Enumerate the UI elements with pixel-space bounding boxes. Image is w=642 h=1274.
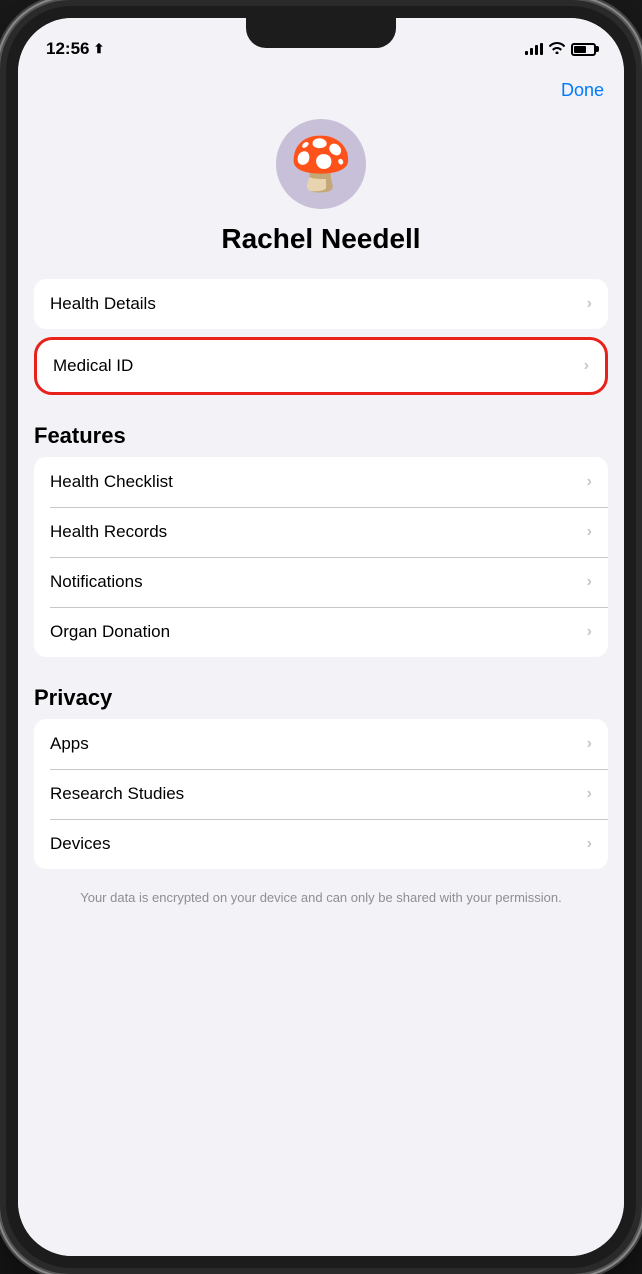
- footer-text: Your data is encrypted on your device an…: [18, 877, 624, 919]
- medical-id-wrapper: Medical ID ›: [26, 337, 616, 395]
- features-group: Health Checklist › Health Records › Noti…: [34, 457, 608, 657]
- profile-name: Rachel Needell: [221, 223, 420, 255]
- phone-frame: 12:56 ⬆: [0, 0, 642, 1274]
- health-details-group: Health Details ›: [34, 279, 608, 329]
- health-checklist-label: Health Checklist: [50, 472, 173, 492]
- signal-bar-4: [540, 43, 543, 55]
- privacy-header: Privacy: [18, 665, 624, 719]
- features-header: Features: [18, 403, 624, 457]
- research-studies-label: Research Studies: [50, 784, 184, 804]
- medical-id-row[interactable]: Medical ID ›: [37, 340, 605, 392]
- research-studies-row[interactable]: Research Studies ›: [34, 769, 608, 819]
- devices-label: Devices: [50, 834, 110, 854]
- notch: [246, 18, 396, 48]
- medical-id-chevron: ›: [584, 357, 589, 375]
- apps-chevron: ›: [587, 735, 592, 753]
- health-records-label: Health Records: [50, 522, 167, 542]
- status-time: 12:56 ⬆: [46, 39, 104, 59]
- status-icons: [525, 41, 596, 57]
- privacy-title: Privacy: [34, 685, 112, 710]
- notifications-chevron: ›: [587, 573, 592, 591]
- clock-display: 12:56: [46, 39, 89, 59]
- health-checklist-chevron: ›: [587, 473, 592, 491]
- health-details-row[interactable]: Health Details ›: [34, 279, 608, 329]
- phone-inner: 12:56 ⬆: [6, 6, 636, 1268]
- avatar: 🍄: [276, 119, 366, 209]
- battery-icon: [571, 43, 596, 56]
- medical-id-group: Medical ID ›: [34, 337, 608, 395]
- avatar-emoji: 🍄: [289, 134, 354, 195]
- page-header: Done: [18, 68, 624, 109]
- notifications-row[interactable]: Notifications ›: [34, 557, 608, 607]
- notifications-label: Notifications: [50, 572, 143, 592]
- profile-section: 🍄 Rachel Needell: [18, 109, 624, 279]
- organ-donation-chevron: ›: [587, 623, 592, 641]
- devices-row[interactable]: Devices ›: [34, 819, 608, 869]
- health-checklist-row[interactable]: Health Checklist ›: [34, 457, 608, 507]
- battery-fill: [574, 46, 586, 53]
- health-details-chevron: ›: [587, 295, 592, 313]
- signal-bar-3: [535, 45, 538, 55]
- signal-bars: [525, 43, 543, 55]
- organ-donation-label: Organ Donation: [50, 622, 170, 642]
- done-button[interactable]: Done: [561, 80, 604, 101]
- location-icon: ⬆: [93, 41, 104, 57]
- signal-bar-2: [530, 48, 533, 55]
- organ-donation-row[interactable]: Organ Donation ›: [34, 607, 608, 657]
- content-area[interactable]: Done 🍄 Rachel Needell Health Details ›: [18, 68, 624, 1256]
- privacy-group: Apps › Research Studies › Devices ›: [34, 719, 608, 869]
- screen: 12:56 ⬆: [18, 18, 624, 1256]
- signal-bar-1: [525, 51, 528, 55]
- health-records-row[interactable]: Health Records ›: [34, 507, 608, 557]
- medical-id-label: Medical ID: [53, 356, 133, 376]
- features-title: Features: [34, 423, 126, 448]
- health-details-label: Health Details: [50, 294, 156, 314]
- health-records-chevron: ›: [587, 523, 592, 541]
- wifi-icon: [549, 41, 565, 57]
- apps-label: Apps: [50, 734, 89, 754]
- research-studies-chevron: ›: [587, 785, 592, 803]
- apps-row[interactable]: Apps ›: [34, 719, 608, 769]
- devices-chevron: ›: [587, 835, 592, 853]
